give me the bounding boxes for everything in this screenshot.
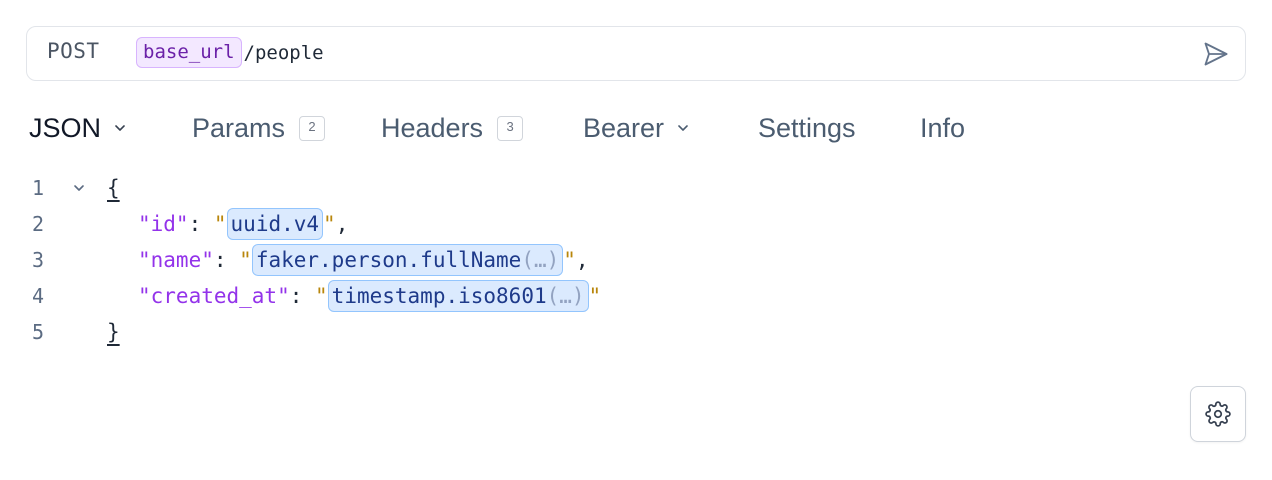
json-key: "name" — [138, 248, 214, 272]
colon: : — [213, 248, 240, 272]
editor-line: 4 "created_at": " timestamp.iso8601 (…) " — [0, 278, 1272, 314]
tab-label: JSON — [29, 112, 102, 143]
string-quote: " — [213, 212, 227, 236]
tab-params[interactable]: Params 2 — [192, 108, 326, 148]
tab-label: Params — [192, 112, 286, 143]
tab-label: Settings — [758, 112, 856, 143]
chevron-down-icon — [676, 121, 690, 135]
chevron-down-icon — [113, 121, 127, 135]
send-button[interactable] — [1201, 39, 1231, 69]
url-bar[interactable]: POST base_url /people — [26, 26, 1246, 81]
template-name: faker.person.fullName — [255, 248, 522, 272]
editor-line: 3 "name": " faker.person.fullName (…) ", — [0, 242, 1272, 278]
string-quote: " — [315, 284, 328, 308]
template-function-chip[interactable]: timestamp.iso8601 (…) — [327, 280, 589, 312]
line-number: 4 — [31, 284, 45, 308]
string-quote: " — [588, 284, 602, 308]
url-input[interactable]: base_url /people — [136, 37, 324, 68]
template-name: timestamp.iso8601 — [331, 284, 547, 308]
url-variable-chip[interactable]: base_url — [136, 37, 242, 68]
editor-line: 1 { — [0, 170, 1272, 206]
template-name: uuid.v4 — [230, 212, 320, 236]
chevron-down-icon — [74, 185, 84, 191]
tab-bearer[interactable]: Bearer — [583, 108, 690, 148]
colon: : — [188, 212, 214, 236]
template-function-chip[interactable]: uuid.v4 — [226, 208, 324, 240]
args-placeholder: (…) — [546, 284, 585, 308]
tab-settings[interactable]: Settings — [758, 108, 856, 148]
line-number: 5 — [31, 320, 45, 344]
comma: , — [575, 248, 589, 272]
comma: , — [335, 212, 349, 236]
string-quote: " — [563, 248, 576, 272]
line-number: 1 — [31, 176, 45, 200]
string-quote: " — [323, 212, 336, 236]
url-path: /people — [243, 41, 324, 64]
fold-toggle[interactable] — [72, 181, 86, 195]
args-placeholder: (…) — [521, 248, 560, 272]
editor-line: 2 "id": " uuid.v4 ", — [0, 206, 1272, 242]
gear-icon — [1205, 401, 1231, 427]
tab-label: Bearer — [583, 112, 665, 143]
tab-label: Info — [920, 112, 966, 143]
editor-settings-button[interactable] — [1190, 386, 1246, 442]
colon: : — [289, 284, 316, 308]
line-number: 3 — [31, 248, 45, 272]
count-badge: 2 — [299, 115, 326, 141]
request-tabs: JSON Params 2 Headers 3 Bearer Settings … — [0, 108, 1272, 148]
count-badge: 3 — [497, 115, 524, 141]
json-key: "id" — [138, 212, 189, 236]
http-method[interactable]: POST — [47, 39, 100, 63]
open-brace: { — [107, 176, 120, 200]
tab-json[interactable]: JSON — [29, 108, 127, 148]
send-icon — [1204, 42, 1228, 66]
template-function-chip[interactable]: faker.person.fullName (…) — [251, 244, 564, 276]
line-number: 2 — [31, 212, 45, 236]
string-quote: " — [239, 248, 252, 272]
tab-headers[interactable]: Headers 3 — [381, 108, 524, 148]
close-brace: } — [107, 320, 120, 344]
tab-label: Headers — [381, 112, 484, 143]
json-key: "created_at" — [138, 284, 290, 308]
editor-line: 5 } — [0, 314, 1272, 350]
tab-info[interactable]: Info — [920, 108, 965, 148]
